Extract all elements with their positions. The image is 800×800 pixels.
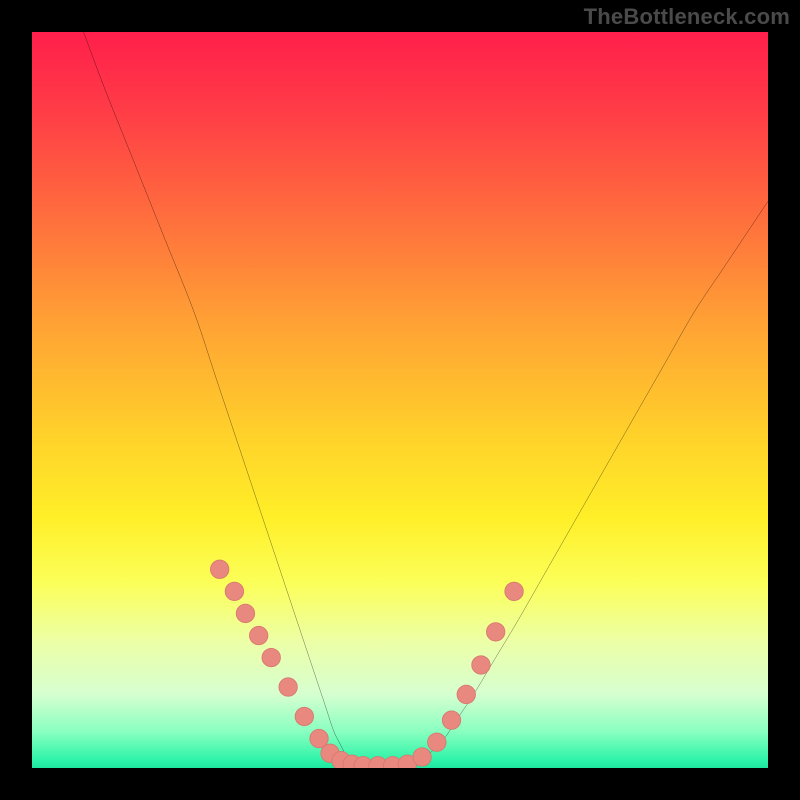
plot-area	[32, 32, 768, 768]
highlight-dot	[428, 733, 446, 751]
watermark-text: TheBottleneck.com	[584, 4, 790, 30]
highlight-dots-layer	[32, 32, 768, 768]
highlight-dot	[225, 582, 243, 600]
highlight-dot	[262, 648, 280, 666]
highlight-dot	[486, 623, 504, 641]
highlight-dot	[442, 711, 460, 729]
highlight-dot	[472, 656, 490, 674]
highlight-dot	[505, 582, 523, 600]
highlight-dot	[249, 626, 267, 644]
highlight-dot	[413, 748, 431, 766]
highlight-dot	[295, 707, 313, 725]
highlight-dot	[279, 678, 297, 696]
highlight-dot	[236, 604, 254, 622]
highlight-dot	[457, 685, 475, 703]
highlight-dot	[210, 560, 228, 578]
chart-frame: TheBottleneck.com	[0, 0, 800, 800]
dots-group	[210, 560, 523, 768]
